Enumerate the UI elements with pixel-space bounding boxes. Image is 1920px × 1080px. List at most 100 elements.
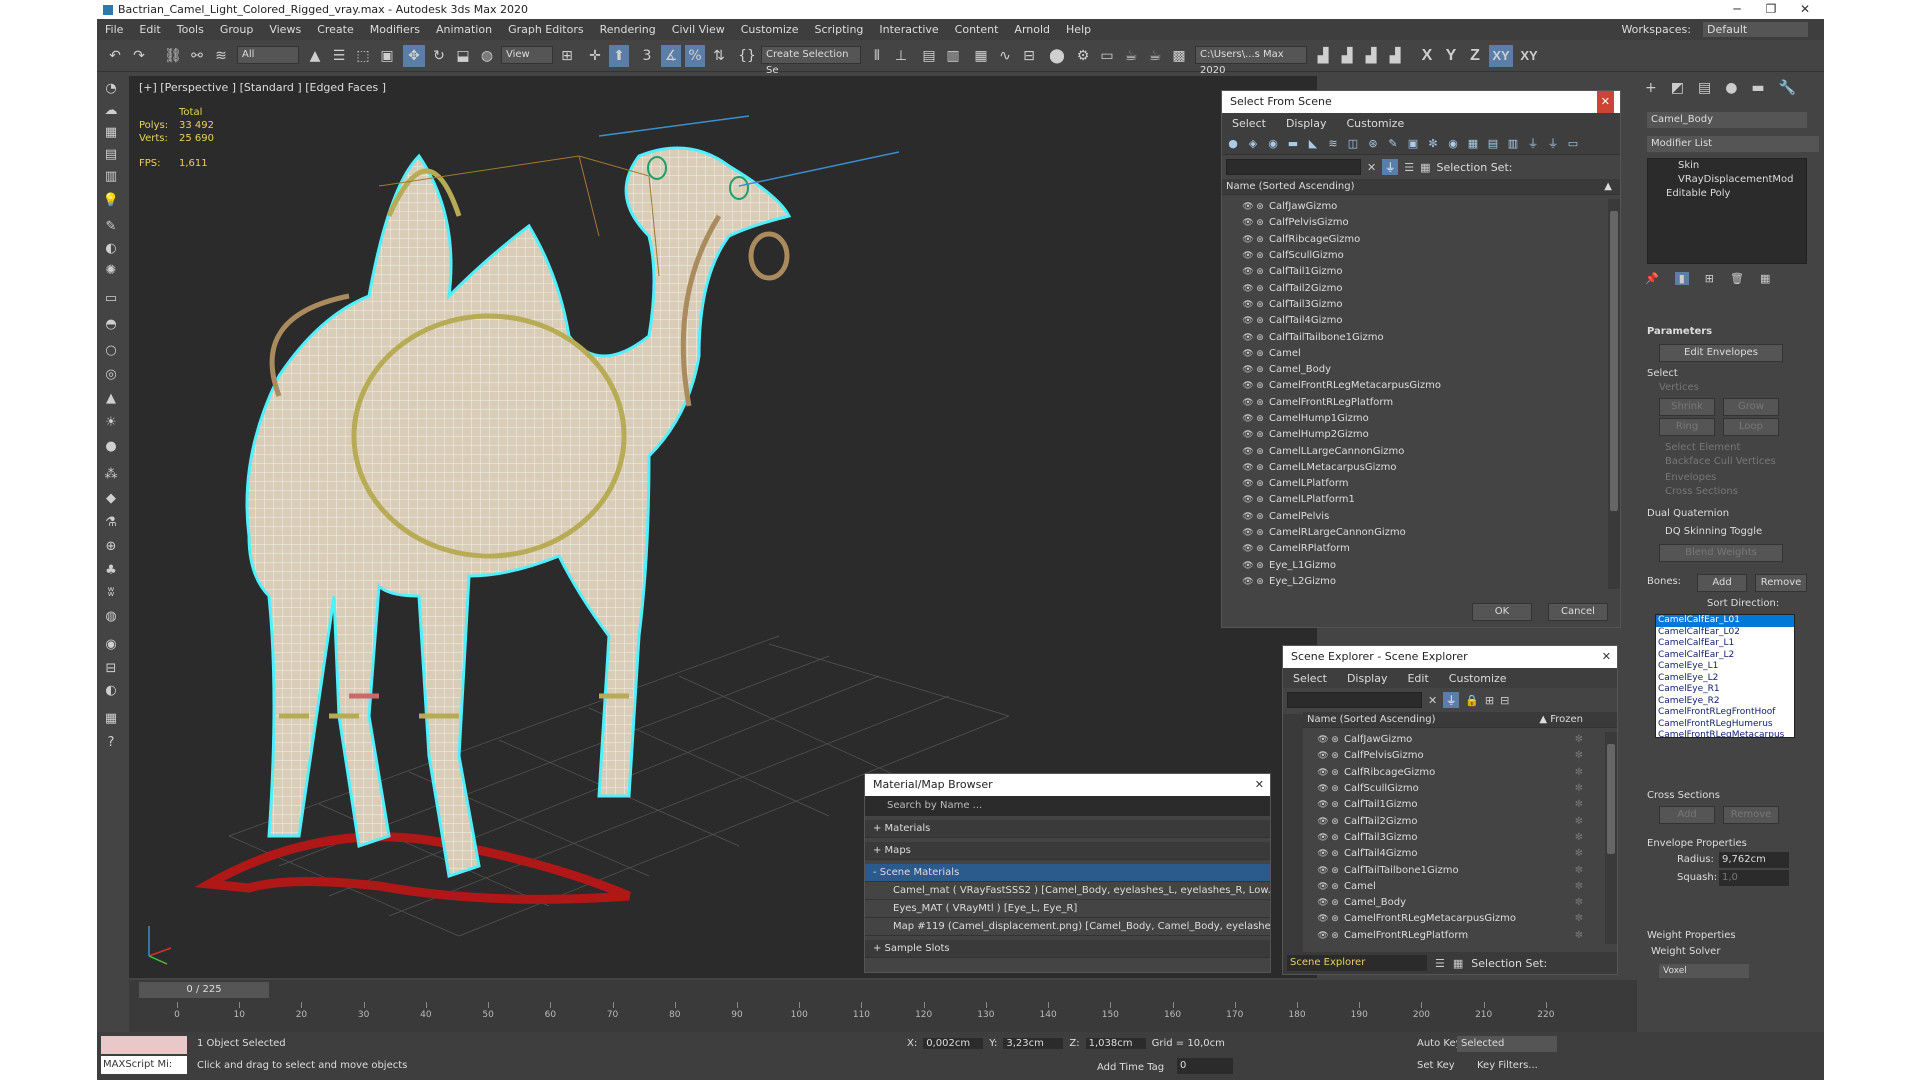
helper-icon[interactable]: ✎ <box>102 218 120 236</box>
se-filter-icon[interactable]: ⏚ <box>1443 692 1460 708</box>
mmb-material-row[interactable]: Eyes_MAT ( VRayMtl ) [Eye_L, Eye_R] <box>865 900 1270 918</box>
key-mode-dropdown[interactable]: Selected <box>1457 1036 1557 1052</box>
filter-geometry-icon[interactable]: ● <box>1226 137 1240 151</box>
bone-list-item[interactable]: CamelCalfEar_L2 <box>1656 650 1794 662</box>
snaps-toggle-icon[interactable]: 3 <box>637 45 657 67</box>
mmb-search-input[interactable]: Search by Name ... <box>865 796 1270 816</box>
list-item[interactable]: 👁 ⊛ CalfPelvisGizmo <box>1222 215 1608 231</box>
visibility-eye-icon[interactable]: 👁 <box>1317 814 1329 830</box>
list-item[interactable]: 👁 ⊛ CamelFrontRLegPlatform ✼ <box>1303 928 1605 944</box>
list-item[interactable]: 👁 ⊛ CalfTail2Gizmo <box>1222 280 1608 296</box>
hierarchy-tab-icon[interactable]: ▤ <box>1698 80 1711 96</box>
close-button[interactable]: ✕ <box>1788 0 1822 19</box>
frozen-icon[interactable]: ✼ <box>1575 748 1583 764</box>
unlink-icon[interactable]: ⚯ <box>187 45 207 67</box>
remove-modifier-icon[interactable]: 🗑 <box>1730 272 1744 285</box>
place-icon[interactable]: ◍ <box>477 45 497 67</box>
curve-editor-icon[interactable]: ∿ <box>995 45 1015 67</box>
sfs-menu-display[interactable]: Display <box>1276 117 1337 130</box>
open-project-icon[interactable]: ▟ <box>1337 45 1357 67</box>
list-item[interactable]: 👁 ⊛ CalfTail1Gizmo <box>1222 264 1608 280</box>
frozen-icon[interactable]: ✼ <box>1575 895 1583 911</box>
vertices-checkbox[interactable]: Vertices <box>1659 382 1699 393</box>
bone-list-item[interactable]: CamelFrontRLegMetacarpus <box>1656 730 1794 737</box>
world-icon[interactable]: ⊕ <box>102 538 120 556</box>
frozen-icon[interactable]: ✼ <box>1575 863 1583 879</box>
se-clear-search-icon[interactable]: ✕ <box>1428 694 1437 707</box>
list-item[interactable]: 👁 ⊛ CamelFrontRLegMetacarpusGizmo ✼ <box>1303 911 1605 927</box>
rect-selection-icon[interactable]: ⬚ <box>353 45 373 67</box>
particles-icon[interactable]: ⁂ <box>102 466 120 484</box>
ribbon-toggle-icon[interactable]: ▦ <box>971 45 991 67</box>
vray-icon[interactable]: ◐ <box>102 682 120 700</box>
list-item[interactable]: 👁 ⊛ Camel_Body ✼ <box>1303 895 1605 911</box>
visibility-eye-icon[interactable]: 👁 <box>1317 830 1329 846</box>
auto-key-button[interactable]: Auto Key <box>1417 1038 1462 1049</box>
sfs-search-input[interactable] <box>1226 159 1361 175</box>
visibility-eye-icon[interactable]: 👁 <box>1317 765 1329 781</box>
workspace-value[interactable]: Default <box>1703 22 1808 37</box>
visibility-eye-icon[interactable]: 👁 <box>1242 525 1254 541</box>
camel-mesh[interactable] <box>245 146 792 878</box>
visibility-eye-icon[interactable]: 👁 <box>1242 558 1254 574</box>
list-item[interactable]: 👁 ⊛ CamelLPlatform <box>1222 476 1608 492</box>
bone-list-item[interactable]: CamelFrontRLegFrontHoof <box>1656 707 1794 719</box>
menu-tools[interactable]: Tools <box>169 23 212 36</box>
tube-icon[interactable]: ◎ <box>102 366 120 384</box>
bone-list-item[interactable]: CamelEye_L2 <box>1656 673 1794 685</box>
bone-list-item[interactable]: CamelCalfEar_L01 <box>1656 615 1794 627</box>
visibility-eye-icon[interactable]: 👁 <box>1242 297 1254 313</box>
configure-sets-icon[interactable]: ▦ <box>1760 272 1770 285</box>
visibility-eye-icon[interactable]: 👁 <box>1242 460 1254 476</box>
se-explorer-name-dropdown[interactable]: Scene Explorer <box>1287 955 1427 971</box>
display-tab-icon[interactable]: ▬ <box>1751 80 1764 96</box>
menu-graph-editors[interactable]: Graph Editors <box>500 23 592 36</box>
visibility-eye-icon[interactable]: 👁 <box>1242 492 1254 508</box>
project-icon[interactable]: ▟ <box>1385 45 1405 67</box>
menu-customize[interactable]: Customize <box>733 23 807 36</box>
stack-item-skin[interactable]: Skin <box>1648 159 1806 173</box>
se-menu-select[interactable]: Select <box>1283 672 1337 685</box>
key-filters-button[interactable]: Key Filters... <box>1477 1060 1538 1071</box>
shrink-button[interactable]: Shrink <box>1659 398 1715 416</box>
scene-explorer-close-icon[interactable]: ✕ <box>1602 646 1611 668</box>
list-item[interactable]: 👁 ⊛ CamelHump1Gizmo <box>1222 411 1608 427</box>
list-item[interactable]: 👁 ⊛ CamelRLargeCannonGizmo <box>1222 525 1608 541</box>
pin-stack-icon[interactable]: 📌 <box>1645 272 1659 285</box>
se-search-input[interactable] <box>1287 692 1422 708</box>
sun-icon[interactable]: ☀ <box>102 414 120 432</box>
light-icon[interactable]: 💡 <box>102 192 120 210</box>
list-item[interactable]: 👁 ⊛ Camel <box>1222 346 1608 362</box>
se-scroll-thumb[interactable] <box>1607 744 1615 854</box>
camera-icon[interactable]: ◐ <box>102 240 120 258</box>
visibility-eye-icon[interactable]: 👁 <box>1317 846 1329 862</box>
filter-groups-icon[interactable]: ◫ <box>1346 137 1360 151</box>
maxscript-listener-input[interactable] <box>101 1036 187 1054</box>
cancel-button[interactable]: Cancel <box>1548 603 1608 621</box>
scale-icon[interactable]: ⬓ <box>453 45 473 67</box>
menu-create[interactable]: Create <box>309 23 362 36</box>
visibility-eye-icon[interactable]: 👁 <box>1242 476 1254 492</box>
visibility-eye-icon[interactable]: 👁 <box>1317 928 1329 944</box>
list-item[interactable]: 👁 ⊛ CamelLPlatform1 <box>1222 492 1608 508</box>
move-icon[interactable]: ✥ <box>403 45 425 67</box>
edit-named-sets-icon[interactable]: {} <box>737 45 757 67</box>
list-item[interactable]: 👁 ⊛ Eye_L2Gizmo <box>1222 574 1608 589</box>
reference-coord-dropdown[interactable]: View <box>501 46 553 64</box>
menu-views[interactable]: Views <box>261 23 309 36</box>
visibility-eye-icon[interactable]: 👁 <box>1242 248 1254 264</box>
list-item[interactable]: 👁 ⊛ CamelLLargeCannonGizmo <box>1222 443 1608 459</box>
list-item[interactable]: 👁 ⊛ Eye_L1Gizmo <box>1222 558 1608 574</box>
list-item[interactable]: 👁 ⊛ CalfRibcageGizmo ✼ <box>1303 765 1605 781</box>
x-coord-field[interactable]: 0,002cm <box>923 1038 984 1049</box>
backface-cull-checkbox[interactable]: Backface Cull Vertices <box>1665 456 1776 467</box>
cone-icon[interactable]: ▲ <box>102 390 120 408</box>
y-coord-field[interactable]: 3,23cm <box>1003 1038 1064 1049</box>
list-item[interactable]: 👁 ⊛ CamelRPlatform <box>1222 541 1608 557</box>
visibility-eye-icon[interactable]: 👁 <box>1242 199 1254 215</box>
modifier-list-dropdown[interactable]: Modifier List <box>1647 136 1819 152</box>
add-time-tag[interactable]: Add Time Tag <box>1097 1062 1164 1073</box>
filter-xrefs-icon[interactable]: ⊛ <box>1366 137 1380 151</box>
select-element-checkbox[interactable]: Select Element <box>1665 442 1740 453</box>
menu-arnold[interactable]: Arnold <box>1006 23 1058 36</box>
